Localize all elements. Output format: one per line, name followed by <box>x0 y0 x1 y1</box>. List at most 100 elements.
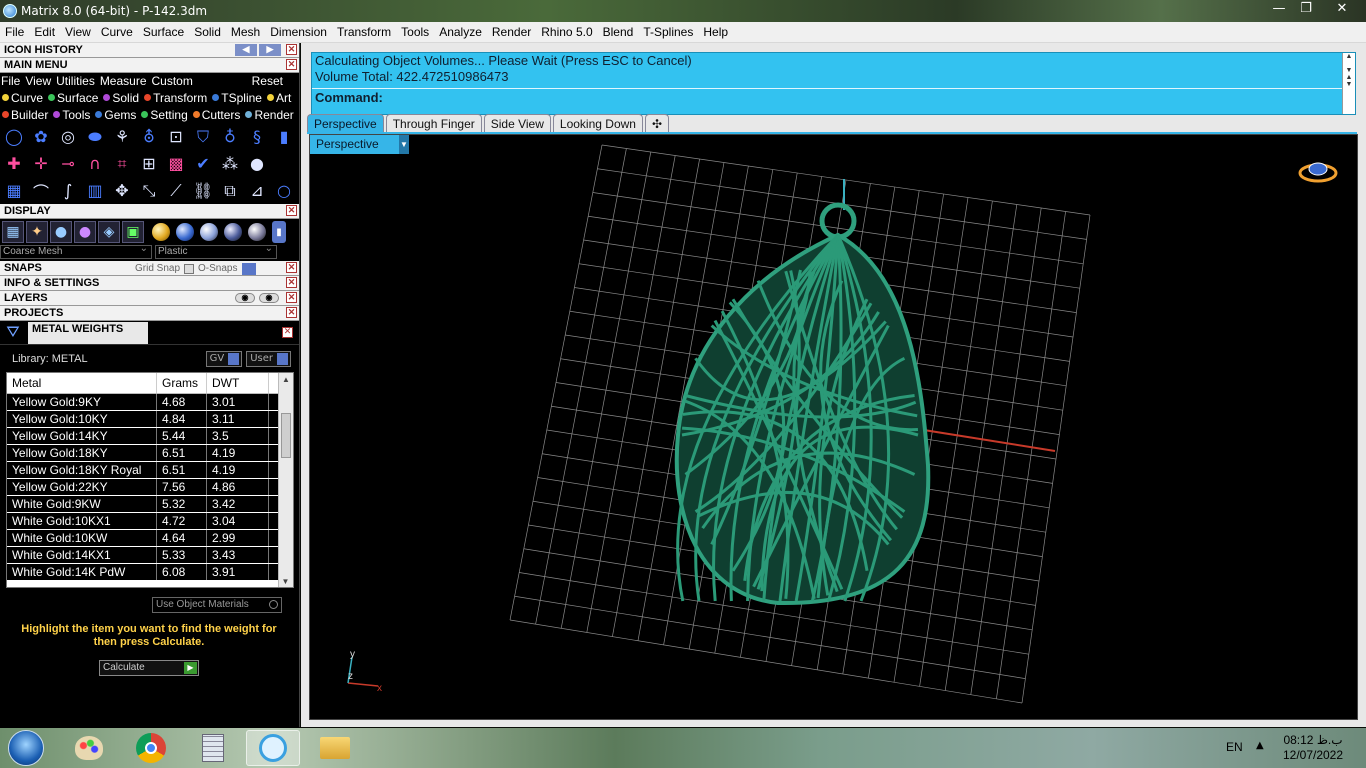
copy-icon[interactable]: ⧉ <box>218 179 242 203</box>
rendered-icon[interactable]: ● <box>74 221 96 243</box>
grid-toggle-icon[interactable]: ▣ <box>122 221 144 243</box>
pattern-icon[interactable]: ▩ <box>164 152 188 176</box>
osnaps-toggle[interactable] <box>241 262 256 275</box>
glass-material-icon[interactable] <box>200 223 218 241</box>
viewport-name-dropdown[interactable]: Perspective ▼ <box>310 135 409 154</box>
rail-icon[interactable]: ∫ <box>56 179 80 203</box>
remove-icon[interactable]: ⊸ <box>56 152 80 176</box>
play-icon[interactable]: ▶ <box>184 662 197 674</box>
menu-edit[interactable]: Edit <box>29 25 60 39</box>
col-metal[interactable]: Metal <box>7 373 157 393</box>
pendant-tool-icon[interactable]: ♁ <box>218 125 242 149</box>
move-icon[interactable]: ✥ <box>110 179 134 203</box>
measure-icon[interactable]: ⊞ <box>137 152 161 176</box>
link-icon[interactable]: ⛓ <box>191 179 215 203</box>
menu-blend[interactable]: Blend <box>598 25 639 39</box>
check-icon[interactable]: ✔ <box>191 152 215 176</box>
paint-app-icon[interactable] <box>62 730 116 766</box>
add-point-icon[interactable]: ✚ <box>2 152 26 176</box>
tab-cutters[interactable]: Cutters <box>191 108 240 122</box>
info-settings-header[interactable]: INFO & SETTINGS ✕ <box>0 276 299 291</box>
menu-render[interactable]: Render <box>487 25 536 39</box>
tab-solid[interactable]: Solid <box>101 91 139 105</box>
close-icon[interactable]: ✕ <box>282 327 293 338</box>
snaps-header[interactable]: SNAPS Grid Snap O-Snaps ✕ <box>0 261 299 276</box>
use-object-materials[interactable]: Use Object Materials <box>152 597 282 613</box>
fillet-icon[interactable]: ⌗ <box>110 152 134 176</box>
add-viewport-icon[interactable]: ✣ <box>644 114 669 133</box>
maximize-button[interactable]: ❐ <box>1293 0 1319 20</box>
menu-rhino[interactable]: Rhino 5.0 <box>536 25 597 39</box>
table-row[interactable]: Yellow Gold:14KY 5.44 3.5 <box>7 428 293 445</box>
close-icon[interactable]: ✕ <box>286 307 297 318</box>
viewport-canvas[interactable]: y z x <box>310 135 1358 720</box>
gv-toggle[interactable]: GV <box>205 351 243 367</box>
menu-transform[interactable]: Transform <box>332 25 396 39</box>
material-dropdown[interactable]: Plastic <box>155 243 277 259</box>
matrix-app-icon[interactable] <box>246 730 300 766</box>
scroll-down-icon[interactable]: ▼ <box>279 575 292 587</box>
grid-snap-toggle[interactable] <box>184 263 195 274</box>
add-crv-icon[interactable]: ✛ <box>29 152 53 176</box>
chrome-icon[interactable] <box>124 730 178 766</box>
minimize-button[interactable]: — <box>1266 0 1292 20</box>
tab-perspective[interactable]: Perspective <box>307 114 384 133</box>
dark-material-icon[interactable] <box>224 223 242 241</box>
scale-icon[interactable]: ⤡ <box>137 179 161 203</box>
scroll-thumb[interactable] <box>281 413 291 458</box>
tab-render[interactable]: Render <box>243 108 294 122</box>
col-grams[interactable]: Grams <box>157 373 207 393</box>
menu-tsplines[interactable]: T-Splines <box>638 25 698 39</box>
table-row[interactable]: Yellow Gold:10KY 4.84 3.11 <box>7 411 293 428</box>
grid-icon[interactable]: ▦ <box>2 179 26 203</box>
file-explorer-icon[interactable] <box>308 730 362 766</box>
table-row[interactable]: Yellow Gold:18KY 6.51 4.19 <box>7 445 293 462</box>
menu-mesh[interactable]: Mesh <box>226 25 265 39</box>
clock[interactable]: 08:12 ب.ظ 12/07/2022 <box>1278 733 1348 763</box>
ghosted-icon[interactable]: ✦ <box>26 221 48 243</box>
mm-file[interactable]: File <box>0 74 24 88</box>
tab-surface[interactable]: Surface <box>46 91 98 105</box>
tab-tspline[interactable]: TSpline <box>210 91 262 105</box>
view-cube-icon[interactable] <box>1298 162 1338 183</box>
close-icon[interactable]: ✕ <box>286 262 297 273</box>
prong-tool-icon[interactable]: ⚘ <box>110 125 134 149</box>
menu-help[interactable]: Help <box>698 25 733 39</box>
tab-setting[interactable]: Setting <box>139 108 188 122</box>
tray-arrow-icon[interactable]: ▲ <box>1256 740 1264 751</box>
display-toggle-icon[interactable]: ▮ <box>272 221 286 243</box>
scroll-up-icon[interactable]: ▲ <box>279 373 293 387</box>
close-button[interactable]: ✕ <box>1320 0 1364 20</box>
eye-icon[interactable]: ◉ <box>259 293 279 303</box>
clasp-tool-icon[interactable]: § <box>245 125 269 149</box>
calculate-button[interactable]: Calculate ▶ <box>99 660 199 676</box>
menu-surface[interactable]: Surface <box>138 25 189 39</box>
toggle-tool-icon[interactable]: ▮ <box>272 125 296 149</box>
menu-tools[interactable]: Tools <box>396 25 434 39</box>
mm-view[interactable]: View <box>24 74 55 88</box>
table-row[interactable]: White Gold:14K PdW 6.08 3.91 <box>7 564 293 581</box>
mm-utilities[interactable]: Utilities <box>55 74 99 88</box>
menu-solid[interactable]: Solid <box>189 25 226 39</box>
language-indicator[interactable]: EN <box>1226 740 1243 754</box>
band-tool-icon[interactable]: ◎ <box>56 125 80 149</box>
bezel-tool-icon[interactable]: ⊡ <box>164 125 188 149</box>
tab-tools[interactable]: Tools <box>51 108 90 122</box>
main-menu-header[interactable]: MAIN MENU ✕ <box>0 58 299 73</box>
menu-file[interactable]: File <box>0 25 29 39</box>
reset-button[interactable]: Reset <box>251 74 299 88</box>
close-icon[interactable]: ✕ <box>286 277 297 288</box>
tab-curve[interactable]: Curve <box>0 91 43 105</box>
menu-curve[interactable]: Curve <box>96 25 138 39</box>
mesh-dropdown[interactable]: Coarse Mesh <box>0 243 152 259</box>
shield-tool-icon[interactable]: ⛉ <box>191 125 215 149</box>
tab-looking-down[interactable]: Looking Down <box>552 114 643 133</box>
tab-gems[interactable]: Gems <box>93 108 136 122</box>
ring-tool-icon[interactable]: ✿ <box>29 125 53 149</box>
tab-through-finger[interactable]: Through Finger <box>385 114 482 133</box>
close-icon[interactable]: ✕ <box>286 292 297 303</box>
wireframe-icon[interactable]: ▦ <box>2 221 24 243</box>
user-toggle[interactable]: User <box>246 351 291 367</box>
circle-tool-icon[interactable]: ◯ <box>2 125 26 149</box>
grid-snap-label[interactable]: Grid Snap <box>135 261 180 276</box>
